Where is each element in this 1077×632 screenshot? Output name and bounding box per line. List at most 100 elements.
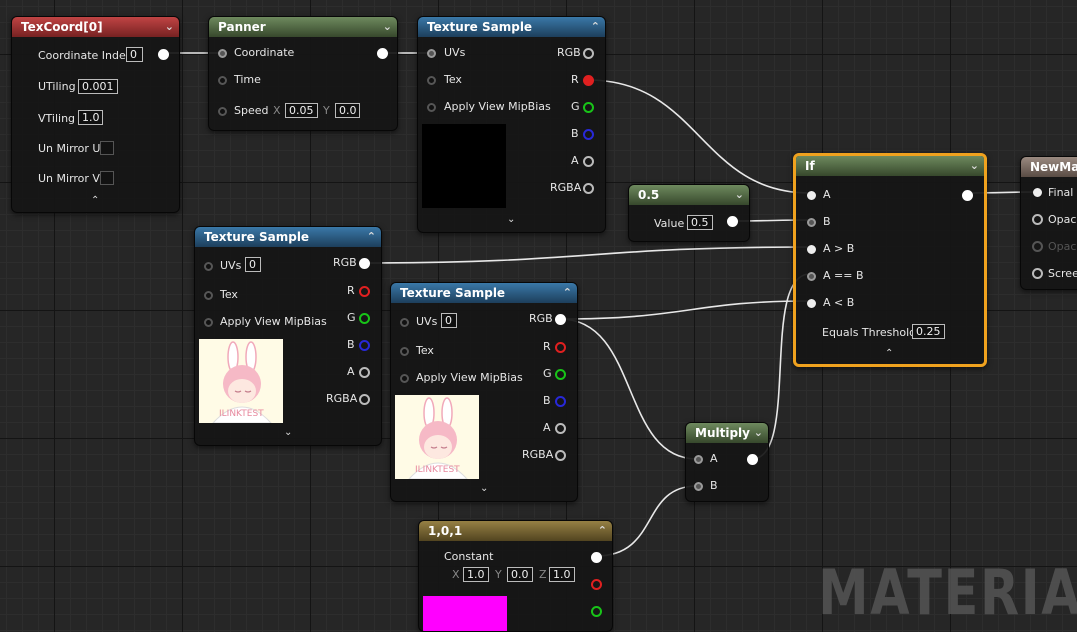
rgba-output-pin[interactable]: [555, 450, 566, 461]
speed-x-field[interactable]: 0.05: [285, 103, 318, 118]
constant-x-field[interactable]: 1.0: [463, 567, 489, 582]
chevron-down-icon[interactable]: ⌄: [383, 17, 392, 37]
material-result-node[interactable]: NewMate Final C Opaci Opaci Scree: [1020, 156, 1077, 290]
texcoord-header[interactable]: TexCoord[0] ⌄: [12, 17, 179, 37]
multiply-node[interactable]: Multiply ⌄ A B: [685, 422, 769, 502]
rgb-output-pin[interactable]: [359, 258, 370, 269]
coordinate-input-pin[interactable]: [218, 49, 227, 58]
uvs-input-pin[interactable]: [204, 262, 213, 271]
opacity-input-pin[interactable]: [1032, 214, 1043, 225]
texture-sample-header[interactable]: Texture Sample ⌃: [418, 17, 605, 37]
speed-y-field[interactable]: 0.0: [335, 103, 360, 118]
r-output-pin[interactable]: [591, 579, 602, 590]
chevron-up-icon[interactable]: ⌃: [563, 283, 572, 303]
vtiling-field[interactable]: 1.0: [78, 110, 103, 125]
tex-input-pin[interactable]: [400, 347, 409, 356]
expand-icon[interactable]: ⌄: [284, 427, 292, 438]
a-output-pin[interactable]: [583, 156, 594, 167]
rgb-output-pin[interactable]: [555, 314, 566, 325]
mipbias-input-pin[interactable]: [400, 374, 409, 383]
expand-icon[interactable]: ⌄: [480, 483, 488, 494]
tex-label: Tex: [444, 73, 462, 86]
uvs-field[interactable]: 0: [441, 313, 457, 328]
b-output-pin[interactable]: [359, 340, 370, 351]
panner-header[interactable]: Panner ⌄: [209, 17, 397, 37]
chevron-down-icon[interactable]: ⌄: [735, 185, 744, 205]
if-node[interactable]: If ⌄ A B A > B A == B A < B Equals Thres…: [793, 153, 987, 367]
rgba-output-pin[interactable]: [359, 394, 370, 405]
chevron-up-icon[interactable]: ⌃: [598, 521, 607, 541]
a-equals-b-input-pin[interactable]: [807, 272, 816, 281]
a-less-b-input-pin[interactable]: [807, 299, 816, 308]
speed-input-pin[interactable]: [218, 107, 227, 116]
multiply-header[interactable]: Multiply ⌄: [686, 423, 768, 443]
wire-tex2-if-agb: [363, 246, 811, 264]
material-header[interactable]: NewMate: [1021, 157, 1077, 177]
equals-threshold-field[interactable]: 0.25: [912, 324, 945, 339]
texture-sample-node-2[interactable]: Texture Sample ⌃ UVs 0 RGB Tex R Apply V…: [194, 226, 382, 446]
expand-icon[interactable]: ⌄: [507, 214, 515, 225]
multiply-b-input-pin[interactable]: [694, 482, 703, 491]
texture-sample-header[interactable]: Texture Sample ⌃: [195, 227, 381, 247]
time-input-pin[interactable]: [218, 76, 227, 85]
constant-output-pin[interactable]: [591, 552, 602, 563]
chevron-down-icon[interactable]: ⌄: [754, 423, 763, 443]
if-output-pin[interactable]: [962, 190, 973, 201]
r-output-pin[interactable]: [359, 286, 370, 297]
mipbias-input-pin[interactable]: [204, 318, 213, 327]
screen-position-input-pin[interactable]: [1032, 268, 1043, 279]
b-output-pin[interactable]: [555, 396, 566, 407]
texcoord-output-pin[interactable]: [158, 49, 169, 60]
uvs-field[interactable]: 0: [245, 257, 261, 272]
g-output-pin[interactable]: [359, 313, 370, 324]
multiply-output-pin[interactable]: [747, 454, 758, 465]
b-output-pin[interactable]: [583, 129, 594, 140]
opacity-mask-input-pin[interactable]: [1032, 241, 1043, 252]
a-input-pin[interactable]: [807, 191, 816, 200]
texture-sample-header[interactable]: Texture Sample ⌃: [391, 283, 577, 303]
r-output-pin[interactable]: [583, 75, 594, 86]
uvs-input-pin[interactable]: [400, 318, 409, 327]
multiply-a-input-pin[interactable]: [694, 455, 703, 464]
mipbias-input-pin[interactable]: [427, 103, 436, 112]
utiling-field[interactable]: 0.001: [78, 79, 118, 94]
constant-vector-node[interactable]: 1,0,1 ⌃ Constant X 1.0 Y 0.0 Z 1.0: [418, 520, 613, 632]
unmirror-u-checkbox[interactable]: [100, 141, 114, 155]
tex-input-pin[interactable]: [427, 76, 436, 85]
tex-input-pin[interactable]: [204, 291, 213, 300]
constant-z-field[interactable]: 1.0: [549, 567, 575, 582]
collapse-icon[interactable]: ⌃: [91, 195, 99, 206]
a-output-pin[interactable]: [359, 367, 370, 378]
b-input-pin[interactable]: [807, 218, 816, 227]
texture-sample-node-3[interactable]: Texture Sample ⌃ UVs 0 RGB Tex R Apply V…: [390, 282, 578, 502]
panner-output-pin[interactable]: [377, 48, 388, 59]
rgb-output-pin[interactable]: [583, 48, 594, 59]
if-header[interactable]: If ⌄: [796, 156, 984, 176]
constant-vector-header[interactable]: 1,0,1 ⌃: [419, 521, 612, 541]
constant-y-field[interactable]: 0.0: [507, 567, 533, 582]
a-greater-b-input-pin[interactable]: [807, 245, 816, 254]
scalar-constant-node[interactable]: 0.5 ⌄ Value 0.5: [628, 184, 750, 242]
texture-sample-node-1[interactable]: Texture Sample ⌃ UVs RGB Tex R Apply Vie…: [417, 16, 606, 233]
rgba-output-pin[interactable]: [583, 183, 594, 194]
unmirror-v-checkbox[interactable]: [100, 171, 114, 185]
chevron-up-icon[interactable]: ⌃: [367, 227, 376, 247]
chevron-up-icon[interactable]: ⌃: [591, 17, 600, 37]
scalar-constant-header[interactable]: 0.5 ⌄: [629, 185, 749, 205]
wire-texr-if-a: [587, 79, 811, 194]
collapse-icon[interactable]: ⌃: [885, 348, 893, 359]
r-output-pin[interactable]: [555, 342, 566, 353]
panner-node[interactable]: Panner ⌄ Coordinate Time Speed X 0.05 Y …: [208, 16, 398, 131]
coordinate-index-field[interactable]: 0: [126, 47, 143, 62]
scalar-output-pin[interactable]: [727, 216, 738, 227]
chevron-down-icon[interactable]: ⌄: [165, 17, 174, 37]
value-field[interactable]: 0.5: [687, 215, 713, 230]
final-color-input-pin[interactable]: [1033, 188, 1042, 197]
g-output-pin[interactable]: [555, 369, 566, 380]
texcoord-node[interactable]: TexCoord[0] ⌄ Coordinate Index 0 UTiling…: [11, 16, 180, 213]
chevron-down-icon[interactable]: ⌄: [970, 156, 979, 176]
uvs-input-pin[interactable]: [427, 49, 436, 58]
g-output-pin[interactable]: [583, 102, 594, 113]
g-output-pin[interactable]: [591, 606, 602, 617]
a-output-pin[interactable]: [555, 423, 566, 434]
